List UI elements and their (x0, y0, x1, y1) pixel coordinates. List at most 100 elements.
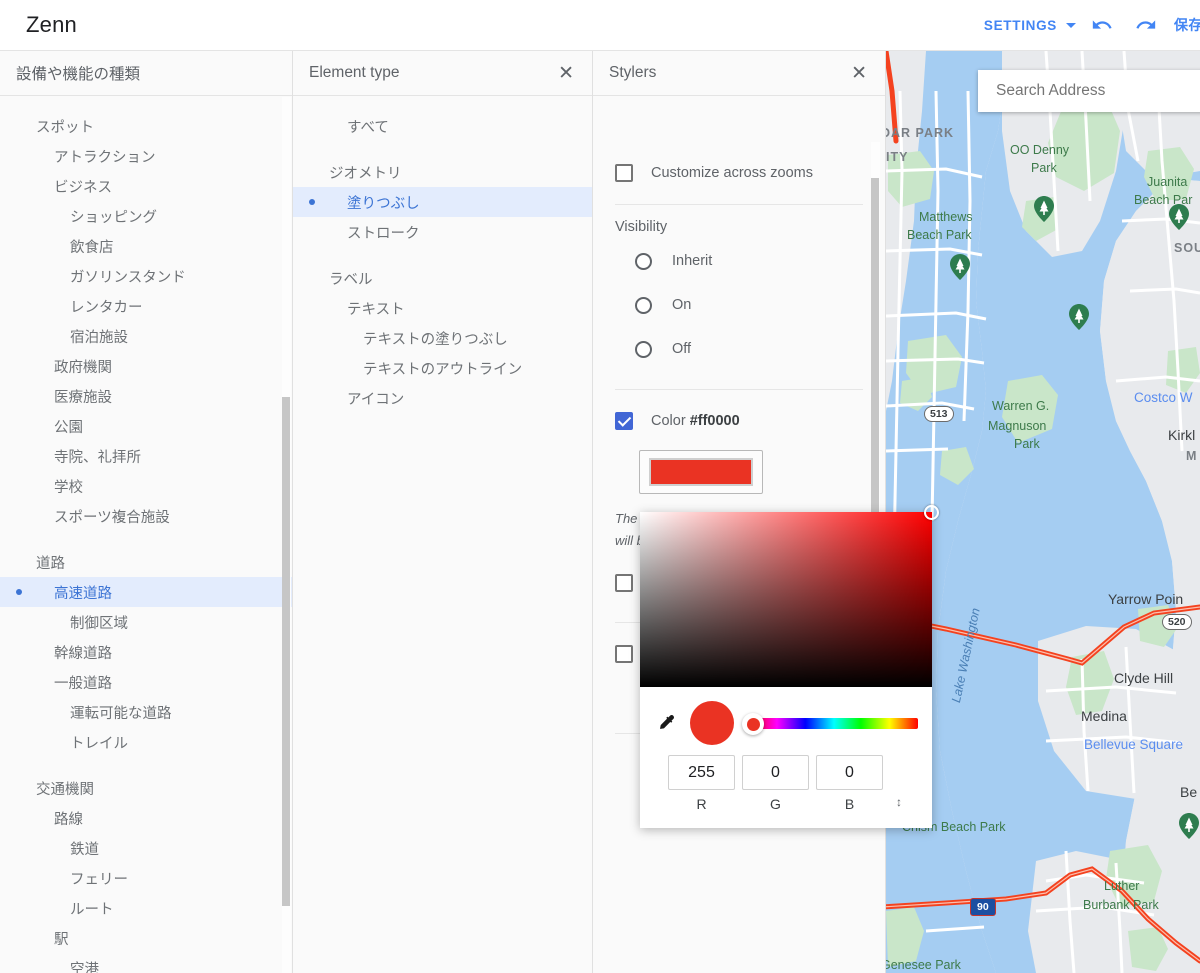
feature-type-item[interactable]: ルート (0, 893, 292, 923)
feature-type-item-label: 寺院、礼拝所 (54, 449, 141, 466)
lightness-checkbox[interactable] (615, 645, 633, 663)
feature-type-item[interactable]: 幹線道路 (0, 637, 292, 667)
saturation-value-area[interactable] (640, 505, 939, 687)
feature-type-item-label: 宿泊施設 (70, 329, 128, 346)
save-button[interactable]: 保存 (1174, 15, 1200, 35)
hue-slider[interactable] (742, 713, 918, 735)
feature-type-item[interactable]: 空港 (0, 953, 292, 973)
feature-type-item-label: 運転可能な道路 (70, 705, 172, 722)
color-label: Color #ff0000 (651, 413, 740, 429)
feature-type-item[interactable]: 寺院、礼拝所 (0, 441, 292, 471)
feature-type-item[interactable]: 学校 (0, 471, 292, 501)
element-type-item[interactable]: ラベル (293, 263, 592, 293)
redo-button[interactable] (1124, 3, 1168, 47)
divider (615, 389, 863, 390)
rgb-channel-r: 255 R (668, 755, 735, 812)
feature-type-item-label: トレイル (70, 735, 128, 752)
obscured-styler-checkbox[interactable] (615, 574, 633, 592)
customize-across-zooms-row[interactable]: Customize across zooms (593, 156, 885, 190)
feature-scrollbar-thumb[interactable] (282, 397, 290, 906)
feature-type-item-label: 道路 (36, 555, 65, 572)
feature-type-item[interactable]: 公園 (0, 411, 292, 441)
feature-type-item[interactable]: 政府機関 (0, 351, 292, 381)
highway-shield: 513 (924, 406, 954, 422)
visibility-radio-group[interactable]: Inherit On Off (593, 239, 885, 371)
sv-cursor-handle[interactable] (924, 505, 939, 520)
feature-type-list[interactable]: スポットアトラクションビジネスショッピング 飲食店 ガソリンスタンド レンタカー宿泊施… (0, 97, 292, 973)
feature-type-item[interactable]: トレイル (0, 727, 292, 757)
radio-icon[interactable] (635, 252, 652, 270)
feature-type-item[interactable]: スポット (0, 111, 292, 141)
element-type-item[interactable]: テキストの塗りつぶし (293, 323, 592, 353)
feature-type-item[interactable]: 運転可能な道路 (0, 697, 292, 727)
g-caption: G (770, 796, 781, 812)
eyedropper-button[interactable] (654, 713, 680, 733)
feature-type-item[interactable]: ショッピング (0, 201, 292, 231)
hue-slider-knob[interactable] (742, 713, 764, 735)
feature-type-item[interactable]: フェリー (0, 863, 292, 893)
feature-type-item-label: ルート (70, 901, 114, 918)
feature-type-item[interactable]: 交通機関 (0, 773, 292, 803)
visibility-option-label: On (672, 297, 692, 313)
list-group-spacer (293, 247, 592, 263)
search-input[interactable] (994, 81, 1200, 101)
g-input[interactable]: 0 (742, 755, 809, 790)
element-type-item[interactable]: ジオメトリ (293, 157, 592, 187)
b-input[interactable]: 0 (816, 755, 883, 790)
undo-button[interactable] (1080, 3, 1124, 47)
color-picker-top-row (654, 697, 918, 749)
feature-type-item[interactable]: ガソリンスタンド (0, 261, 292, 291)
undo-icon (1092, 20, 1112, 29)
element-type-item[interactable]: ストローク (293, 217, 592, 247)
element-type-item-label: テキストのアウトライン (363, 361, 523, 378)
feature-type-item-label: スポット (36, 119, 94, 136)
color-picker-popup[interactable]: 255 R 0 G 0 B ↕ (640, 505, 939, 828)
customize-across-zooms-checkbox[interactable] (615, 164, 633, 182)
feature-type-item[interactable]: 鉄道 (0, 833, 292, 863)
feature-type-item[interactable]: スポーツ複合施設 (0, 501, 292, 531)
feature-type-item[interactable]: レンタカー (0, 291, 292, 321)
feature-type-item-label: 政府機関 (54, 359, 112, 376)
element-type-list[interactable]: すべてジオメトリ 塗りつぶし ストロークラベルテキスト テキストの塗りつぶしテキストの… (293, 97, 592, 973)
element-type-item[interactable]: 塗りつぶし (293, 187, 592, 217)
feature-type-item[interactable]: アトラクション (0, 141, 292, 171)
color-label-prefix: Color (651, 413, 690, 429)
color-checkbox[interactable] (615, 412, 633, 430)
element-type-item[interactable]: テキストのアウトライン (293, 353, 592, 383)
r-input[interactable]: 255 (668, 755, 735, 790)
color-preview-swatch (690, 701, 734, 745)
color-swatch-button[interactable] (639, 450, 763, 494)
feature-type-item[interactable]: 高速道路 (0, 577, 292, 607)
feature-type-item[interactable]: 医療施設 (0, 381, 292, 411)
close-icon[interactable]: ✕ (849, 62, 869, 85)
b-caption: B (844, 796, 855, 812)
chevron-down-icon (1066, 22, 1076, 28)
feature-type-item[interactable]: 道路 (0, 547, 292, 577)
color-value: #ff0000 (689, 413, 740, 429)
close-icon[interactable]: ✕ (556, 62, 576, 85)
feature-type-item[interactable]: ビジネス (0, 171, 292, 201)
element-type-item-label: ラベル (329, 271, 373, 288)
radio-icon[interactable] (635, 340, 652, 358)
radio-icon[interactable] (635, 296, 652, 314)
settings-menu-button[interactable]: SETTINGS (980, 12, 1080, 39)
color-row[interactable]: Color #ff0000 (593, 404, 885, 438)
visibility-option-inherit[interactable]: Inherit (593, 239, 885, 283)
element-type-item[interactable]: テキスト (293, 293, 592, 323)
r-caption: R (696, 796, 707, 812)
feature-type-item[interactable]: 宿泊施設 (0, 321, 292, 351)
element-type-item[interactable]: アイコン (293, 383, 592, 413)
feature-type-item[interactable]: 制御区域 (0, 607, 292, 637)
visibility-title: Visibility (615, 219, 668, 235)
selected-bullet-icon (16, 589, 22, 595)
search-address-box[interactable] (978, 70, 1200, 112)
element-type-item[interactable]: すべて (293, 111, 592, 141)
feature-type-item[interactable]: 飲食店 (0, 231, 292, 261)
up-down-stepper-icon[interactable]: ↕ (890, 796, 908, 808)
visibility-option-on[interactable]: On (593, 283, 885, 327)
feature-type-item-label: ビジネス (54, 179, 112, 196)
feature-type-item[interactable]: 駅 (0, 923, 292, 953)
feature-type-item[interactable]: 一般道路 (0, 667, 292, 697)
visibility-option-off[interactable]: Off (593, 327, 885, 371)
feature-type-item[interactable]: 路線 (0, 803, 292, 833)
